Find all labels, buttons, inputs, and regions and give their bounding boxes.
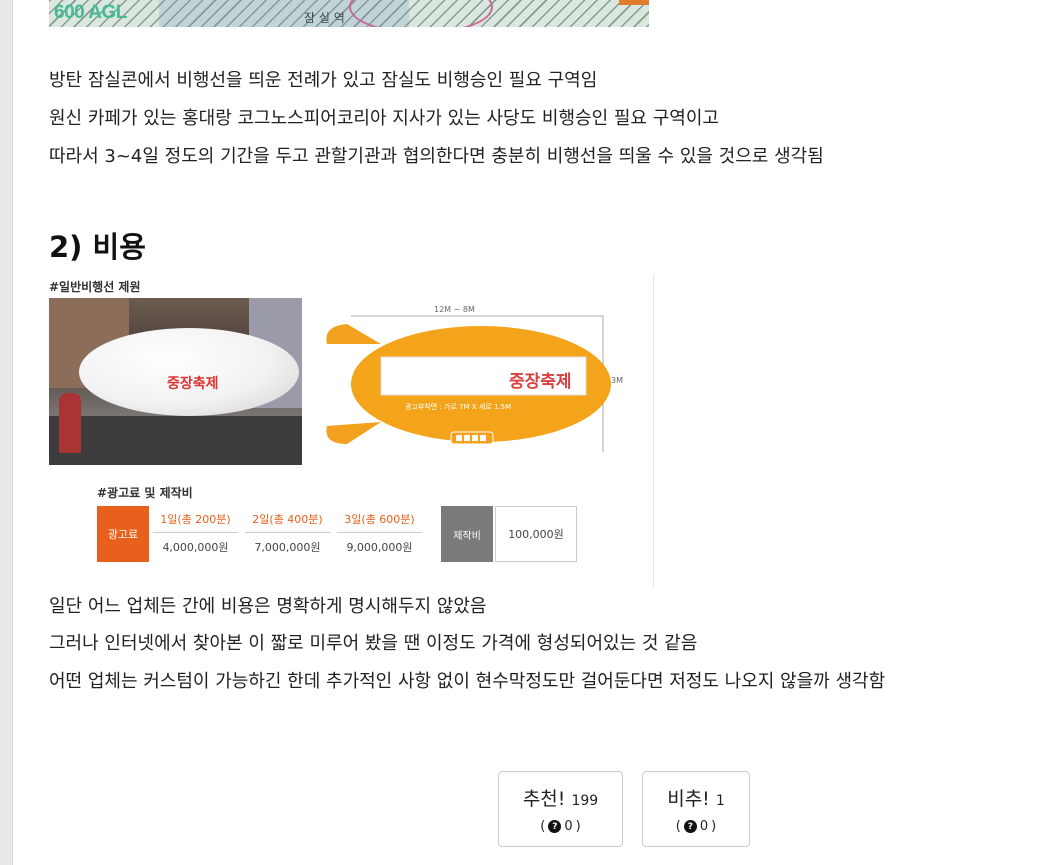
fee-title: #광고료 및 제작비 — [97, 486, 193, 500]
left-gutter — [0, 0, 13, 865]
post-paragraph: 어떤 업체는 커스텀이 가능하긴 한데 추가적인 사항 없이 현수막정도만 걸어… — [49, 671, 886, 692]
upvote-button[interactable]: 추천! 199 (? 0) — [498, 771, 623, 847]
post-paragraph: 그러나 인터넷에서 찾아본 이 짧로 미루어 봤을 땐 이정도 가격에 형성되어… — [49, 633, 698, 654]
question-circle-icon: ? — [683, 820, 697, 833]
blimp-photo-balloon — [79, 328, 299, 416]
upvote-sub-count: 0 — [564, 819, 573, 834]
dimension-height: 3M — [611, 376, 623, 385]
upvote-label: 추천! — [522, 788, 566, 810]
post-paragraph: 방탄 잠실콘에서 비행선을 띄운 전례가 있고 잠실도 비행승인 필요 구역임 — [49, 70, 598, 91]
production-fee-label: 제작비 — [441, 506, 493, 562]
ad-fee-label: 광고료 — [97, 506, 149, 562]
ad-size-note: 광고부착면 : 가로 7M X 세로 1.5M — [405, 403, 512, 411]
blimp-cost-infographic: #일반비행선 제원 중장축제 중장축제 광고부착면 : 가로 7M X 세로 1… — [49, 274, 654, 587]
upvote-count: 199 — [571, 793, 599, 809]
downvote-label: 비추! — [667, 788, 710, 810]
fee-cell: 1일(총 200분) 4,000,000원 — [153, 506, 238, 562]
downvote-button[interactable]: 비추! 1 (? 0) — [642, 771, 750, 847]
spec-title: #일반비행선 제원 — [49, 280, 141, 294]
blimp-diagram — [326, 315, 611, 452]
blimp-photo-banner: 중장축제 — [167, 376, 219, 392]
map-altitude-label: 600 AGL — [54, 2, 127, 23]
fee-cell: 3일(총 600분) 9,000,000원 — [337, 506, 422, 562]
fee-cell: 2일(총 400분) 7,000,000원 — [245, 506, 330, 562]
blimp-photo: 중장축제 — [49, 298, 302, 465]
production-fee-value: 100,000원 — [495, 506, 577, 562]
downvote-sub-count: 0 — [699, 819, 709, 834]
post-paragraph: 일단 어느 업체든 간에 비용은 명확하게 명시해두지 않았음 — [49, 596, 487, 617]
question-circle-icon: ? — [548, 820, 562, 833]
downvote-count: 1 — [715, 793, 725, 809]
section-heading: 2) 비용 — [49, 230, 146, 264]
post-paragraph: 따라서 3~4일 정도의 기간을 두고 관할기관과 협의한다면 충분히 비행선을… — [49, 146, 824, 167]
diagram-banner-text: 중장축제 — [509, 372, 572, 392]
post-paragraph: 원신 카페가 있는 홍대랑 코그노스피어코리아 지사가 있는 사당도 비행승인 … — [49, 108, 719, 129]
airspace-map-image: 600 AGL 잠 실 역 — [49, 0, 649, 27]
dimension-length: 12M ~ 8M — [434, 305, 475, 314]
map-partial-caption: 잠 실 역 — [304, 11, 345, 25]
